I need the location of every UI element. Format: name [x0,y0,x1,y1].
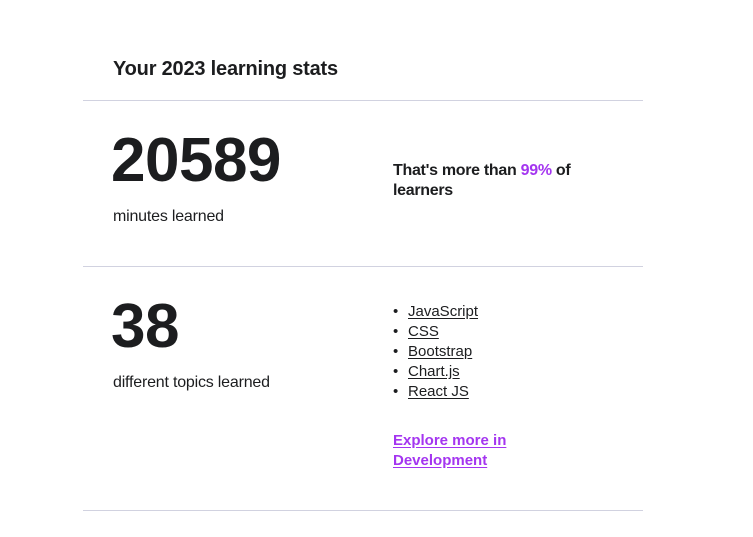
topic-link-chartjs[interactable]: Chart.js [408,362,460,382]
topic-link-bootstrap[interactable]: Bootstrap [408,342,472,362]
learner-comparison-text: That's more than 99% of learners [393,161,603,201]
list-item: • CSS [393,322,478,342]
topics-list: • JavaScript • CSS • Bootstrap • Chart.js • R… [393,302,478,402]
topic-link-javascript[interactable]: JavaScript [408,302,478,322]
divider [83,100,643,101]
list-item: • Chart.js [393,362,478,382]
stats-heading: Your 2023 learning stats [113,58,338,80]
bullet-icon: • [393,303,399,320]
topics-learned-label: different topics learned [113,374,270,391]
comparison-prefix: That's more than [393,162,521,179]
topic-link-css[interactable]: CSS [408,322,439,342]
divider [83,510,643,511]
explore-development-link[interactable]: Explore more in Development [393,431,543,471]
topics-learned-value: 38 [111,292,179,361]
topic-link-react-js[interactable]: React JS [408,382,469,402]
divider [83,266,643,267]
bullet-icon: • [393,343,399,360]
minutes-learned-label: minutes learned [113,208,224,225]
comparison-percent: 99% [520,162,552,179]
list-item: • JavaScript [393,302,478,322]
list-item: • Bootstrap [393,342,478,362]
minutes-learned-value: 20589 [111,126,281,195]
bullet-icon: • [393,383,399,400]
learning-stats-page: Your 2023 learning stats 20589 minutes l… [0,0,753,537]
bullet-icon: • [393,323,399,340]
bullet-icon: • [393,363,399,380]
list-item: • React JS [393,382,478,402]
